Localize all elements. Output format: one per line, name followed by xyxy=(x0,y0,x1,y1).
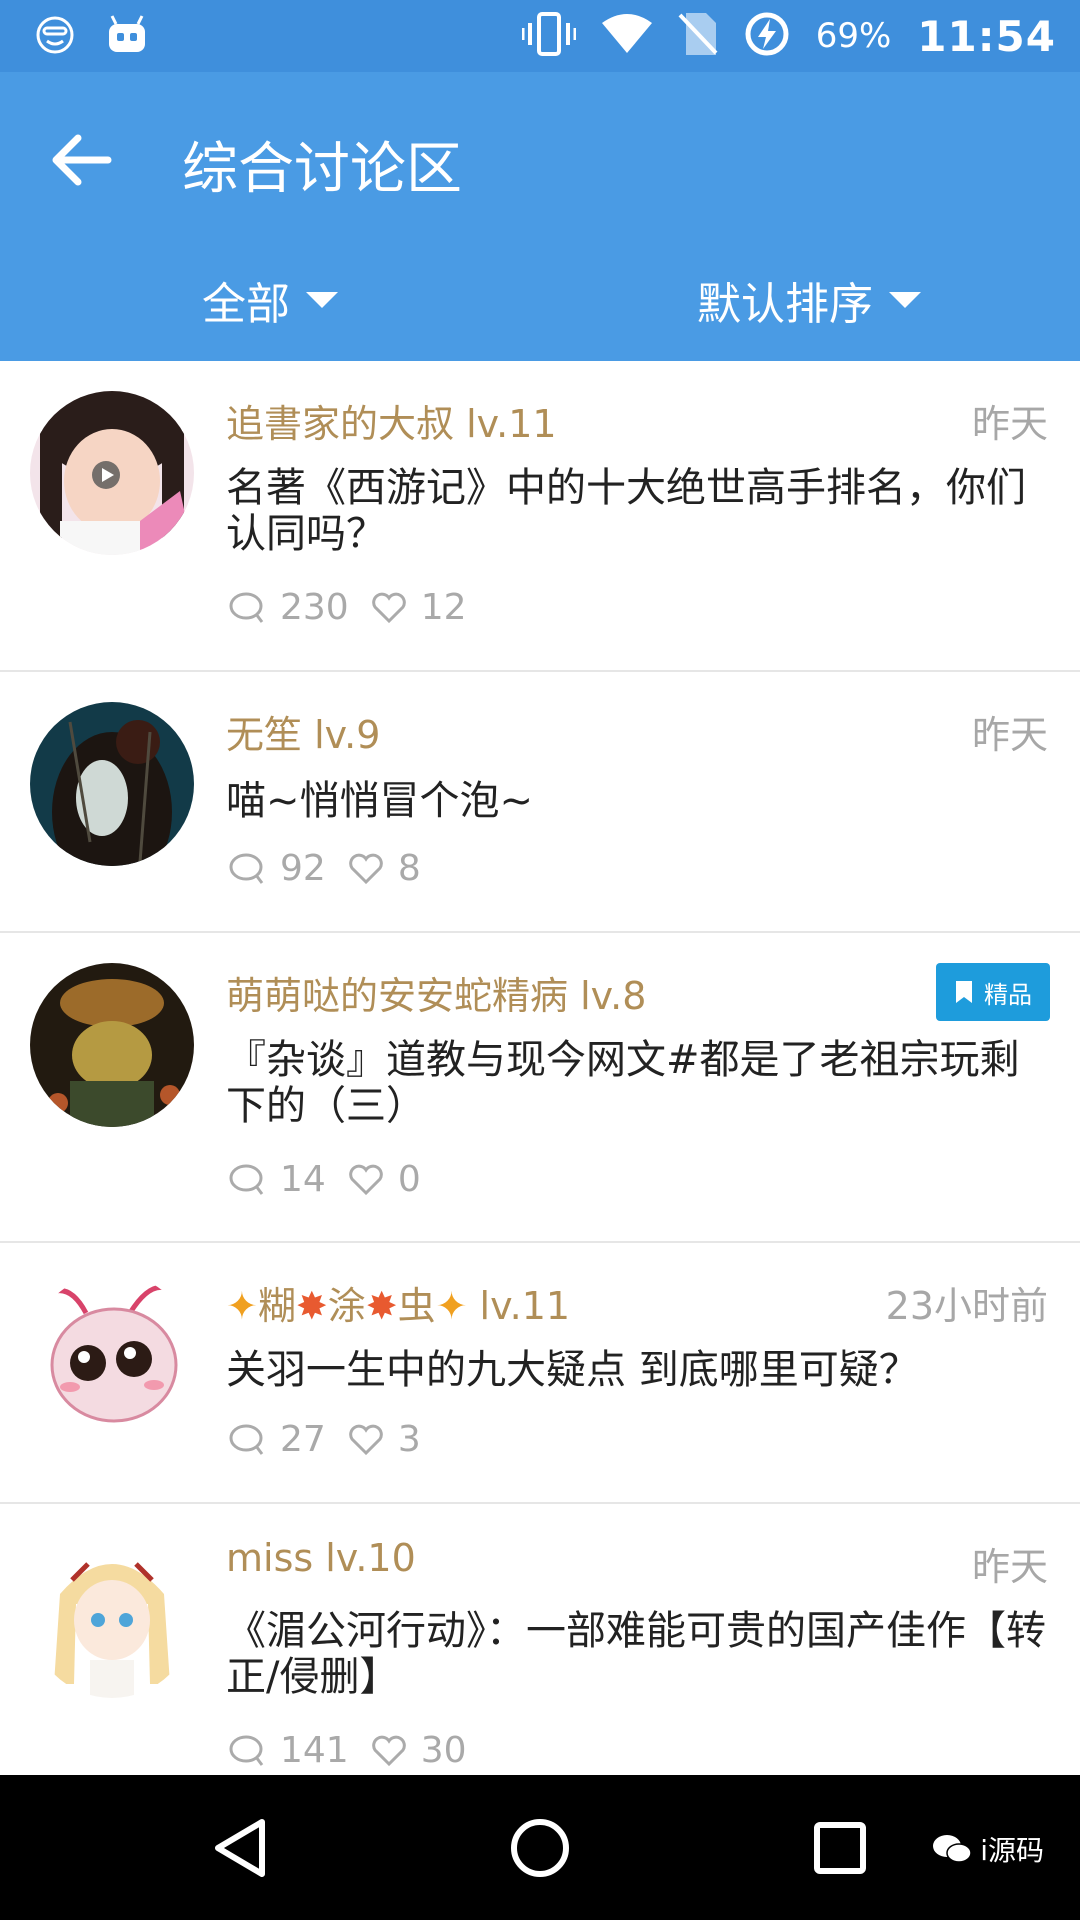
avatar[interactable] xyxy=(30,391,194,555)
like-count: 30 xyxy=(420,1730,467,1771)
battery-percent: 69% xyxy=(815,16,892,56)
page-title: 综合讨论区 xyxy=(182,137,462,202)
nav-back-button[interactable] xyxy=(160,1775,320,1920)
post-item[interactable]: 追書家的大叔 lv.11 昨天 名著《西游记》中的十大绝世高手排名，你们认同吗？… xyxy=(0,361,1080,672)
post-author[interactable]: 无笙 lv.9 xyxy=(226,704,380,759)
avatar[interactable] xyxy=(30,1273,194,1437)
wechat-icon xyxy=(933,1835,972,1863)
post-title[interactable]: 名著《西游记》中的十大绝世高手排名，你们认同吗？ xyxy=(226,465,1056,557)
watermark-label: i源码 xyxy=(980,1834,1044,1867)
post-time: 23小时前 xyxy=(885,1284,1048,1328)
post-author[interactable]: miss lv.10 xyxy=(226,1536,416,1580)
post-author[interactable]: 萌萌哒的安安蛇精病 lv.8 xyxy=(226,965,646,1020)
post-item[interactable]: 无笙 lv.9 昨天 喵~悄悄冒个泡~ 92 8 xyxy=(0,672,1080,933)
nav-home-button[interactable] xyxy=(460,1775,620,1920)
heart-icon[interactable] xyxy=(371,592,407,624)
sort-label: 默认排序 xyxy=(697,279,873,330)
circle-home-icon xyxy=(511,1818,569,1877)
like-count: 0 xyxy=(397,1159,421,1200)
app-bar: 综合讨论区 全部 默认排序 xyxy=(0,72,1080,361)
sparkle-icon: ✦ xyxy=(226,1284,258,1328)
post-time: 昨天 xyxy=(971,1545,1048,1589)
comment-icon xyxy=(228,1423,266,1457)
post-item[interactable]: ✦糊✸涂✸虫✦ lv.11 23小时前 关羽一生中的九大疑点 到底哪里可疑？ 2… xyxy=(0,1243,1080,1504)
sparkle-icon: ✦ xyxy=(435,1284,468,1328)
comment-icon xyxy=(228,591,266,625)
post-stats: 92 8 xyxy=(228,848,443,889)
smiley-icon xyxy=(34,14,76,60)
category-filter-dropdown[interactable]: 全部 xyxy=(202,268,338,332)
post-title[interactable]: 关羽一生中的九大疑点 到底哪里可疑？ xyxy=(226,1347,1056,1393)
post-stats: 27 3 xyxy=(228,1419,443,1460)
anger-icon: ✸ xyxy=(295,1284,328,1328)
status-bar: 69% 11:54 xyxy=(0,0,1080,72)
comment-count: 92 xyxy=(280,848,326,889)
like-count: 8 xyxy=(397,848,421,889)
vibrate-icon xyxy=(521,11,577,61)
heart-icon[interactable] xyxy=(371,1735,407,1767)
sort-dropdown[interactable]: 默认排序 xyxy=(697,268,921,332)
post-title[interactable]: 喵~悄悄冒个泡~ xyxy=(226,778,1056,824)
post-stats: 230 12 xyxy=(228,587,489,628)
heart-icon[interactable] xyxy=(348,853,384,885)
triangle-back-icon xyxy=(215,1818,265,1877)
post-list: 追書家的大叔 lv.11 昨天 名著《西游记》中的十大绝世高手排名，你们认同吗？… xyxy=(0,361,1080,1775)
post-time: 昨天 xyxy=(971,402,1048,446)
dropdown-arrow-icon xyxy=(306,292,338,308)
post-author[interactable]: ✦糊✸涂✸虫✦ lv.11 xyxy=(226,1275,570,1330)
post-title[interactable]: 『杂谈』道教与现今网文#都是了老祖宗玩剩下的（三） xyxy=(226,1037,1056,1129)
navigation-bar: i源码 xyxy=(0,1775,1080,1920)
avatar[interactable] xyxy=(30,963,194,1127)
category-filter-label: 全部 xyxy=(202,279,290,330)
post-item[interactable]: 萌萌哒的安安蛇精病 lv.8 精品 『杂谈』道教与现今网文#都是了老祖宗玩剩下的… xyxy=(0,933,1080,1243)
dropdown-arrow-icon xyxy=(889,292,921,308)
featured-badge: 精品 xyxy=(936,963,1050,1021)
anger-icon: ✸ xyxy=(365,1284,398,1328)
bookmark-icon xyxy=(956,981,972,1003)
android-icon xyxy=(106,14,148,60)
square-recents-icon xyxy=(814,1821,866,1874)
comment-icon xyxy=(228,1734,266,1768)
no-sim-icon xyxy=(678,11,718,61)
post-author[interactable]: 追書家的大叔 lv.11 xyxy=(226,393,557,448)
like-count: 12 xyxy=(420,587,467,628)
featured-badge-label: 精品 xyxy=(984,980,1032,1009)
heart-icon[interactable] xyxy=(348,1164,384,1196)
avatar[interactable] xyxy=(30,1534,194,1698)
comment-count: 230 xyxy=(280,587,349,628)
author-level: lv.11 xyxy=(479,1284,571,1328)
watermark: i源码 xyxy=(932,1829,1044,1869)
comment-count: 141 xyxy=(280,1730,349,1771)
battery-charging-icon xyxy=(744,11,790,61)
heart-icon[interactable] xyxy=(348,1424,384,1456)
back-button[interactable] xyxy=(44,122,120,198)
post-stats: 14 0 xyxy=(228,1159,443,1200)
arrow-left-icon xyxy=(52,134,112,186)
post-title[interactable]: 《湄公河行动》：一部难能可贵的国产佳作【转正/侵删】 xyxy=(226,1608,1056,1700)
wifi-icon xyxy=(601,13,652,59)
comment-icon xyxy=(228,1163,266,1197)
post-stats: 141 30 xyxy=(228,1730,489,1771)
clock: 11:54 xyxy=(917,11,1056,61)
post-item[interactable]: miss lv.10 昨天 《湄公河行动》：一部难能可贵的国产佳作【转正/侵删】… xyxy=(0,1504,1080,1775)
like-count: 3 xyxy=(397,1419,421,1460)
comment-icon xyxy=(228,852,266,886)
avatar[interactable] xyxy=(30,702,194,866)
comment-count: 14 xyxy=(280,1159,326,1200)
nav-recents-button[interactable] xyxy=(760,1775,920,1920)
comment-count: 27 xyxy=(280,1419,326,1460)
post-time: 昨天 xyxy=(971,713,1048,757)
